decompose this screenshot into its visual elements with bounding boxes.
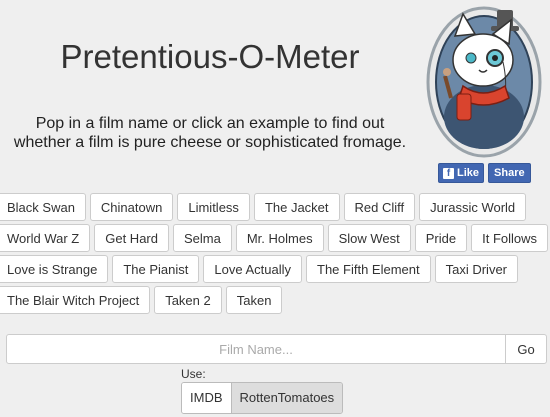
- film-chip[interactable]: The Jacket: [253, 193, 340, 221]
- film-search-bar: Go: [6, 334, 547, 364]
- film-chip[interactable]: The Fifth Element: [306, 255, 431, 283]
- film-chip[interactable]: Mr. Holmes: [235, 224, 324, 252]
- cat-mascot-logo: [426, 6, 542, 158]
- facebook-like-button[interactable]: f Like: [438, 163, 485, 183]
- film-chip[interactable]: Selma: [172, 224, 232, 252]
- film-chip[interactable]: Jurassic World: [419, 193, 527, 221]
- source-toggle: IMDB RottenTomatoes: [181, 382, 344, 414]
- rottentomatoes-option[interactable]: RottenTomatoes: [230, 383, 343, 413]
- film-chip[interactable]: Limitless: [177, 193, 250, 221]
- page-title: Pretentious-O-Meter: [60, 38, 360, 75]
- film-chip[interactable]: Slow West: [327, 224, 411, 252]
- film-row: Black Swan Chinatown Limitless The Jacke…: [0, 193, 527, 221]
- film-chip[interactable]: Red Cliff: [343, 193, 416, 221]
- film-chip[interactable]: Love Actually: [203, 255, 302, 283]
- film-chip[interactable]: It Follows: [471, 224, 549, 252]
- film-chip[interactable]: Taken 2: [154, 286, 222, 314]
- facebook-icon: f: [443, 167, 454, 179]
- source-label: Use:: [181, 367, 206, 381]
- subtitle-line: Pop in a film name or click an example t…: [35, 115, 385, 132]
- imdb-option[interactable]: IMDB: [182, 383, 231, 413]
- page-subtitle: Pop in a film name or click an example t…: [0, 114, 420, 152]
- film-chip[interactable]: Taken: [225, 286, 283, 314]
- film-chip[interactable]: Pride: [414, 224, 468, 252]
- social-buttons: f Like Share: [438, 163, 531, 183]
- film-chip[interactable]: The Blair Witch Project: [0, 286, 151, 314]
- film-chip[interactable]: Get Hard: [94, 224, 169, 252]
- go-button[interactable]: Go: [505, 335, 546, 363]
- film-chip[interactable]: Love is Strange: [0, 255, 109, 283]
- film-chip[interactable]: The Pianist: [112, 255, 200, 283]
- film-row: World War Z Get Hard Selma Mr. Holmes Sl…: [0, 224, 549, 252]
- film-chip[interactable]: Black Swan: [0, 193, 86, 221]
- film-chip[interactable]: World War Z: [0, 224, 91, 252]
- film-name-input[interactable]: [7, 335, 505, 363]
- film-chip[interactable]: Chinatown: [89, 193, 174, 221]
- like-label: Like: [457, 167, 480, 179]
- subtitle-line: whether a film is pure cheese or sophist…: [13, 134, 407, 151]
- film-row: Love is Strange The Pianist Love Actuall…: [0, 255, 519, 283]
- film-chip[interactable]: Taxi Driver: [434, 255, 519, 283]
- film-row: The Blair Witch Project Taken 2 Taken: [0, 286, 283, 314]
- facebook-share-button[interactable]: Share: [488, 163, 531, 183]
